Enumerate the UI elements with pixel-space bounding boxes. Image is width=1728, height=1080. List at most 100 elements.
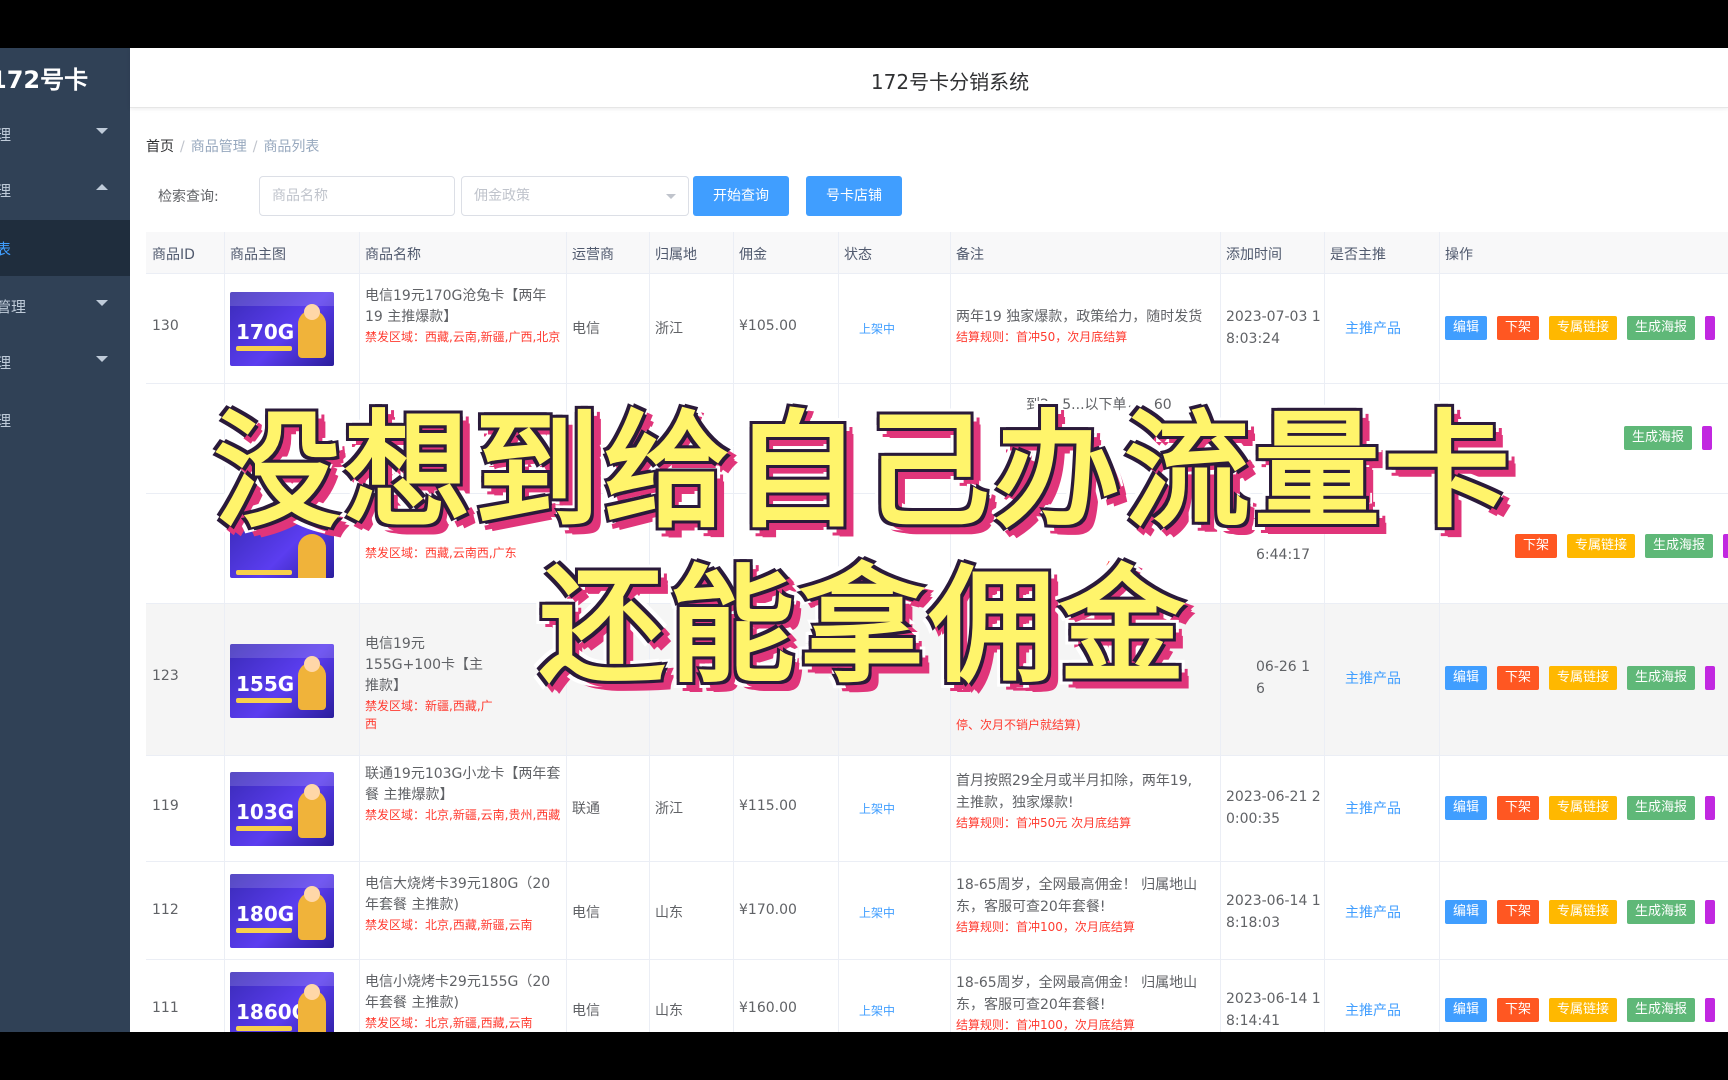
- pushed-link[interactable]: 主推产品: [1345, 902, 1401, 922]
- col-header-actions: 操作: [1445, 247, 1473, 263]
- cell-id: 119: [152, 798, 179, 814]
- exclusive-link-button[interactable]: 专属链接: [1549, 998, 1618, 1022]
- commission-policy-select[interactable]: [461, 176, 689, 216]
- exclusive-link-button[interactable]: 专属链接: [1549, 666, 1618, 690]
- product-name-input[interactable]: [260, 177, 454, 215]
- col-header-image: 商品主图: [230, 247, 286, 263]
- edit-button[interactable]: 编辑: [1445, 666, 1488, 690]
- generate-poster-button[interactable]: 生成海报: [1627, 900, 1696, 924]
- column-divider: [733, 232, 734, 1032]
- sidebar-item-product-list[interactable]: 表: [0, 220, 130, 276]
- cell-remark: 18-65周岁，全网最高佣金！ 归属地山东，客服可查20年套餐! 结算规则：首冲…: [956, 874, 1206, 936]
- take-down-button[interactable]: 下架: [1497, 998, 1540, 1022]
- edit-button[interactable]: 编辑: [1445, 316, 1488, 340]
- exclusive-link-button[interactable]: 专属链接: [1549, 796, 1618, 820]
- row-actions: 生成海报: [1624, 426, 1722, 450]
- cell-commission: ¥105.00: [739, 318, 797, 334]
- cell-remark: 停、次月不销户就结算): [956, 716, 1206, 734]
- breadcrumb-home[interactable]: 首页: [146, 139, 174, 155]
- take-down-button[interactable]: 下架: [1497, 796, 1540, 820]
- table-row: 禁发区域：西藏,云南西,广东 结算 6:44:17 下架 专属链接 生成海报: [146, 494, 1728, 604]
- query-button[interactable]: 开始查询: [693, 176, 789, 216]
- breadcrumb: 首页 / 商品管理 / 商品列表: [146, 136, 319, 156]
- row-actions: 编辑 下架 专属链接 生成海报: [1445, 666, 1725, 690]
- cell-carrier: 电信: [572, 321, 600, 337]
- cell-region: 浙江: [655, 321, 683, 337]
- more-button[interactable]: [1705, 998, 1716, 1022]
- exclusive-link-button[interactable]: 专属链接: [1567, 534, 1636, 558]
- col-header-added: 添加时间: [1226, 247, 1282, 263]
- more-button[interactable]: [1702, 426, 1713, 450]
- cell-added: 6:44:17: [1256, 547, 1310, 563]
- column-divider: [1439, 232, 1440, 1032]
- row-actions: 编辑 下架 专属链接 生成海报: [1445, 796, 1725, 820]
- edit-button[interactable]: 编辑: [1445, 998, 1488, 1022]
- sidebar-item-2[interactable]: 理: [0, 162, 130, 218]
- pushed-link[interactable]: 主推产品: [1345, 318, 1401, 338]
- pushed-link[interactable]: 主推产品: [1345, 798, 1401, 818]
- more-button[interactable]: [1705, 796, 1716, 820]
- commission-policy-input[interactable]: [462, 177, 688, 215]
- cell-name: 电信19元155G+100卡【主推款】 禁发区域：新疆,西藏,广西: [365, 634, 495, 733]
- chevron-up-icon: [96, 184, 108, 190]
- table-row: 111 1860G 电信小烧烤卡29元155G（20年套餐 主推款) 禁发区域：…: [146, 960, 1728, 1032]
- sidebar-item-1[interactable]: 理: [0, 106, 130, 162]
- generate-poster-button[interactable]: 生成海报: [1624, 426, 1693, 450]
- letterbox-bottom: [0, 1032, 1728, 1080]
- ban-regions: 禁发区域：北京,新疆,云南,贵州,西藏: [365, 808, 561, 822]
- generate-poster-button[interactable]: 生成海报: [1627, 998, 1696, 1022]
- generate-poster-button[interactable]: 生成海报: [1645, 534, 1714, 558]
- cell-remark: 首月按照29全月或半月扣除，两年19,主推款，独家爆款! 结算规则：首冲50元 …: [956, 770, 1206, 832]
- cell-id: 123: [152, 668, 179, 684]
- take-down-button[interactable]: 下架: [1515, 534, 1558, 558]
- ban-regions: 禁发区域：新疆,西藏,广西: [365, 699, 493, 731]
- col-header-id: 商品ID: [152, 247, 195, 263]
- cell-id: 130: [152, 318, 179, 334]
- cell-name: 联通19元103G小龙卡【两年套餐 主推爆款】 禁发区域：北京,新疆,云南,贵州…: [365, 764, 561, 824]
- remark-text: 两年19 独家爆款，政策给力，随时发货: [956, 309, 1203, 325]
- cell-id: 111: [152, 1000, 179, 1016]
- sidebar-item-5[interactable]: 理: [0, 334, 130, 390]
- more-button[interactable]: [1705, 666, 1716, 690]
- cell-name: 电信小烧烤卡29元155G（20年套餐 主推款) 禁发区域：北京,新疆,西藏,云…: [365, 972, 561, 1032]
- exclusive-link-button[interactable]: 专属链接: [1549, 900, 1618, 924]
- column-divider: [566, 232, 567, 1032]
- column-divider: [359, 232, 360, 1032]
- column-divider: [1324, 232, 1325, 1032]
- generate-poster-button[interactable]: 生成海报: [1627, 666, 1696, 690]
- sidebar-item-4[interactable]: 管理: [0, 278, 130, 334]
- sidebar-item-6[interactable]: 理: [0, 392, 130, 448]
- search-label: 检索查询:: [158, 189, 219, 205]
- settle-rule: 结算规则：首冲50元 次月底结算: [956, 816, 1132, 830]
- cell-added: 06-26 16: [1256, 659, 1311, 697]
- exclusive-link-button[interactable]: 专属链接: [1549, 316, 1618, 340]
- thumb-strip: [236, 346, 292, 351]
- pushed-link[interactable]: 主推产品: [1345, 668, 1401, 688]
- sidebar-item-label: 管理: [0, 298, 27, 316]
- generate-poster-button[interactable]: 生成海报: [1627, 796, 1696, 820]
- more-button[interactable]: [1705, 316, 1716, 340]
- chevron-down-icon: [666, 194, 676, 199]
- edit-button[interactable]: 编辑: [1445, 796, 1488, 820]
- shop-button[interactable]: 号卡店铺: [806, 176, 902, 216]
- chevron-down-icon: [96, 128, 108, 134]
- status-badge: 上架中: [859, 322, 896, 336]
- settle-rule: 结算: [1106, 560, 1131, 574]
- generate-poster-button[interactable]: 生成海报: [1627, 316, 1696, 340]
- cell-region: 山东: [655, 905, 683, 921]
- pushed-link[interactable]: 主推产品: [1345, 1000, 1401, 1020]
- take-down-button[interactable]: 下架: [1497, 666, 1540, 690]
- col-header-remark: 备注: [956, 247, 984, 263]
- edit-button[interactable]: 编辑: [1445, 900, 1488, 924]
- more-button[interactable]: [1705, 900, 1716, 924]
- breadcrumb-separator: /: [252, 139, 258, 155]
- breadcrumb-product-list: 商品列表: [263, 139, 320, 155]
- product-name: 电信19元155G+100卡【主推款】: [365, 636, 484, 694]
- take-down-button[interactable]: 下架: [1497, 316, 1540, 340]
- more-button[interactable]: [1723, 534, 1728, 558]
- col-header-commission: 佣金: [739, 247, 767, 263]
- take-down-button[interactable]: 下架: [1497, 900, 1540, 924]
- column-divider: [224, 232, 225, 1032]
- remark-text: 到2...5...以下单，...60: [1026, 397, 1172, 413]
- breadcrumb-product-management[interactable]: 商品管理: [191, 139, 247, 155]
